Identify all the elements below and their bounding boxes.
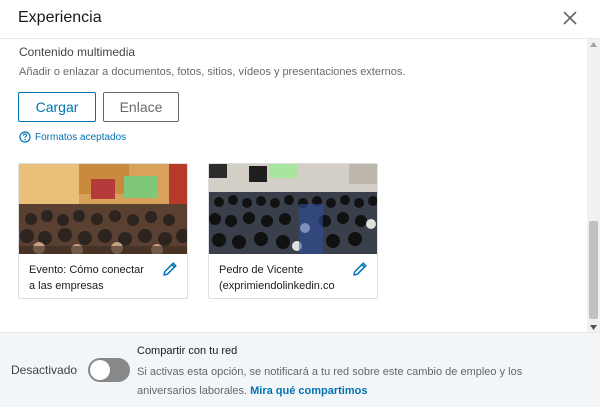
triangle-down-icon bbox=[590, 324, 597, 330]
caption-line: (exprimiendolinkedin.co bbox=[219, 280, 335, 292]
media-item-card[interactable]: Pedro de Vicente (exprimiendolinkedin.co bbox=[208, 163, 378, 299]
toggle-status-label: Desactivado bbox=[11, 363, 78, 377]
see-what-we-share-link[interactable]: Mira qué compartimos bbox=[250, 385, 367, 397]
upload-button[interactable]: Cargar bbox=[18, 92, 96, 122]
media-section-description: Añadir o enlazar a documentos, fotos, si… bbox=[19, 66, 406, 78]
media-item-card[interactable]: Evento: Cómo conectar a las empresas bbox=[18, 163, 188, 299]
event-photo-thumbnail bbox=[19, 164, 187, 254]
share-description: Si activas esta opción, se notificará a … bbox=[137, 363, 537, 401]
share-title: Compartir con tu red bbox=[137, 345, 238, 357]
media-item-caption: Pedro de Vicente (exprimiendolinkedin.co bbox=[219, 262, 349, 294]
link-button[interactable]: Enlace bbox=[103, 92, 179, 122]
pencil-icon[interactable] bbox=[161, 260, 179, 278]
caption-line: Pedro de Vicente bbox=[219, 264, 304, 276]
scrollbar-thumb[interactable] bbox=[589, 221, 598, 319]
close-icon bbox=[563, 11, 577, 25]
accepted-formats-link[interactable]: Formatos aceptados bbox=[19, 131, 126, 143]
modal-content: Contenido multimedia Añadir o enlazar a … bbox=[0, 39, 586, 332]
caption-line: a las empresas bbox=[29, 280, 104, 292]
media-section-title: Contenido multimedia bbox=[19, 45, 136, 59]
media-item-caption: Evento: Cómo conectar a las empresas bbox=[29, 262, 159, 294]
scroll-up-arrow[interactable] bbox=[587, 39, 600, 49]
triangle-up-icon bbox=[590, 41, 597, 47]
accepted-formats-label: Formatos aceptados bbox=[35, 131, 127, 143]
pencil-icon[interactable] bbox=[351, 260, 369, 278]
scroll-down-arrow[interactable] bbox=[587, 322, 600, 332]
modal-title: Experiencia bbox=[18, 9, 102, 26]
help-icon bbox=[19, 131, 31, 143]
toggle-knob bbox=[90, 360, 110, 380]
share-footer: Desactivado Compartir con tu red Si acti… bbox=[0, 332, 600, 407]
vertical-scrollbar[interactable] bbox=[587, 39, 600, 332]
caption-line: Evento: Cómo conectar bbox=[29, 264, 144, 276]
auditorium-photo-thumbnail bbox=[209, 164, 377, 254]
share-toggle[interactable] bbox=[88, 358, 130, 382]
modal-header: Experiencia bbox=[0, 0, 600, 39]
close-button[interactable] bbox=[557, 5, 583, 31]
